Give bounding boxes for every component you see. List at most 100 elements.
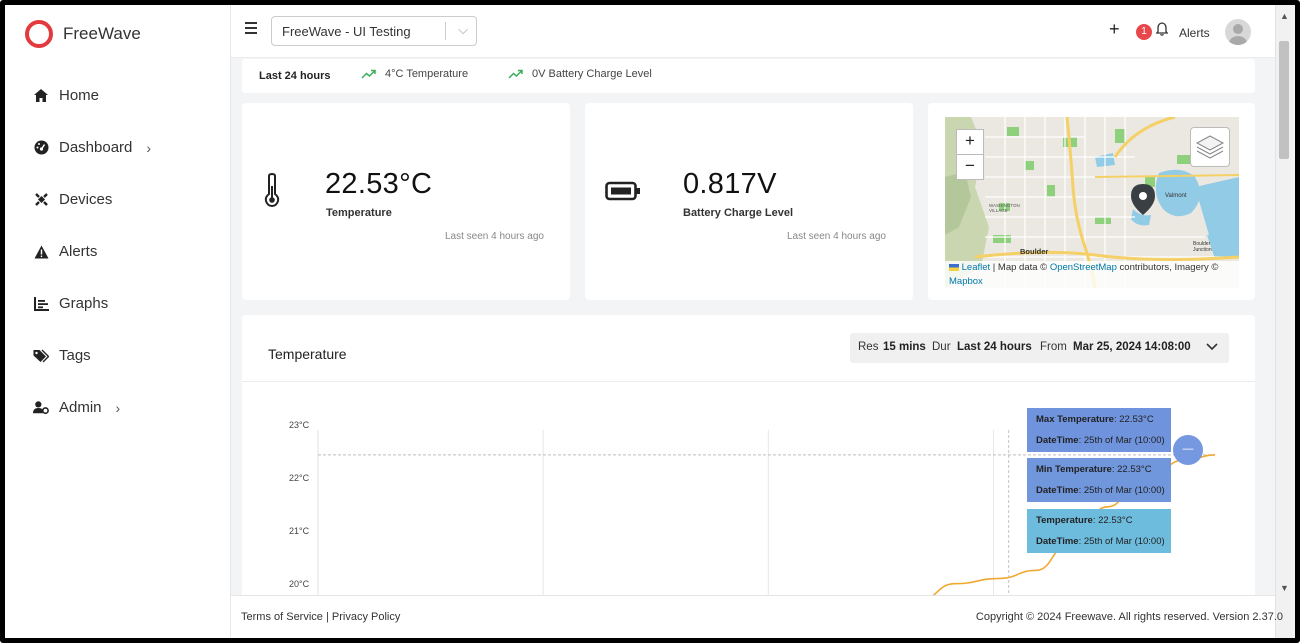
select-separator — [445, 22, 446, 40]
scroll-down-arrow-icon[interactable]: ▼ — [1280, 583, 1289, 593]
layers-icon — [1195, 135, 1225, 159]
home-icon — [33, 88, 49, 104]
chevron-down-icon[interactable] — [1206, 342, 1218, 354]
footer-separator: | — [322, 611, 332, 623]
sidebar-item-label: Dashboard — [59, 139, 133, 156]
sidebar-item-label: Graphs — [59, 295, 109, 312]
chevron-down-icon: ⌵ — [458, 22, 468, 37]
sidebar: FreeWave Home Dashboard › Devices Alerts… — [5, 5, 231, 638]
map-label-village-2: VILLAGE — [989, 208, 1008, 213]
temperature-last-seen: Last seen 4 hours ago — [445, 231, 544, 242]
tooltip-name: Max Temperature — [1036, 414, 1114, 425]
map-attribution: Leaflet | Map data © OpenStreetMap contr… — [945, 261, 1239, 288]
map-label-valmont: Valmont — [1165, 193, 1187, 199]
hamburger-menu-icon[interactable] — [245, 22, 257, 37]
scrollbar-thumb[interactable] — [1279, 41, 1289, 159]
tooltip-datetime-label: DateTime — [1036, 536, 1079, 547]
max-temperature-tooltip: Max Temperature: 22.53°C DateTime: 25th … — [1027, 408, 1171, 452]
logo[interactable]: FreeWave — [25, 20, 141, 48]
y-tick-label: 22°C — [289, 473, 310, 483]
alert-count-badge: 1 — [1136, 24, 1152, 40]
graph-icon — [33, 296, 49, 312]
map-layers-button[interactable] — [1190, 127, 1230, 167]
warning-icon — [33, 244, 49, 260]
tooltip-value: : 22.53°C — [1092, 515, 1133, 526]
sidebar-item-alerts[interactable]: Alerts — [33, 243, 97, 260]
devices-icon — [33, 192, 49, 208]
alerts-link[interactable]: Alerts — [1179, 26, 1210, 40]
temperature-value: 22.53°C — [325, 168, 433, 200]
min-temperature-tooltip: Min Temperature: 22.53°C DateTime: 25th … — [1027, 458, 1171, 502]
map-zoom-in-button[interactable]: + — [956, 129, 984, 155]
dashboard-icon — [33, 140, 49, 156]
thermometer-icon — [263, 172, 281, 212]
footer: Terms of Service | Privacy Policy Copyri… — [231, 595, 1283, 638]
privacy-link[interactable]: Privacy Policy — [332, 611, 400, 623]
battery-last-seen: Last seen 4 hours ago — [787, 231, 886, 242]
tooltip-name: Min Temperature — [1036, 464, 1112, 475]
leaflet-link[interactable]: Leaflet — [962, 262, 991, 273]
battery-value: 0.817V — [683, 168, 777, 200]
tooltip-datetime-value: : 25th of Mar (10:00) — [1078, 536, 1165, 547]
bell-icon[interactable] — [1155, 22, 1169, 41]
sidebar-item-label: Home — [59, 87, 100, 104]
sidebar-item-home[interactable]: Home — [33, 87, 99, 104]
chart-panel-title: Temperature — [268, 346, 347, 362]
organization-select[interactable]: FreeWave - UI Testing ⌵ — [271, 16, 477, 46]
tooltip-name: Temperature — [1036, 515, 1093, 526]
reset-zoom-button[interactable]: — — [1173, 435, 1203, 465]
from-value: Mar 25, 2024 14:08:00 — [1073, 341, 1191, 353]
chevron-right-icon: › — [115, 399, 121, 416]
panel-divider — [242, 381, 1255, 382]
sidebar-item-tags[interactable]: Tags — [33, 347, 91, 364]
app-name: FreeWave — [63, 24, 141, 43]
trend-up-icon — [361, 69, 376, 79]
temperature-tooltip: Temperature: 22.53°C DateTime: 25th of M… — [1027, 509, 1171, 553]
tooltip-value: : 22.53°C — [1111, 464, 1152, 475]
sidebar-item-label: Alerts — [59, 243, 98, 260]
scrollbar[interactable]: ▲ ▼ — [1275, 5, 1293, 638]
terms-link[interactable]: Terms of Service — [241, 611, 323, 623]
temperature-card[interactable] — [242, 103, 570, 300]
attribution-text-2: contributors, Imagery © — [1116, 262, 1219, 273]
map-label-junction-2: Junction — [1193, 247, 1212, 253]
avatar[interactable] — [1225, 19, 1251, 45]
sidebar-item-label: Admin — [59, 399, 102, 416]
chevron-right-icon: › — [146, 139, 152, 156]
y-tick-label: 21°C — [289, 526, 310, 536]
sidebar-item-label: Devices — [59, 191, 113, 208]
top-bar: FreeWave - UI Testing ⌵ + 1 Alerts — [231, 5, 1275, 58]
logo-ring-icon — [25, 20, 53, 48]
sidebar-item-graphs[interactable]: Graphs — [33, 295, 108, 312]
y-tick-label: 23°C — [289, 420, 310, 430]
res-value: 15 mins — [883, 341, 926, 353]
sidebar-item-dashboard[interactable]: Dashboard › — [33, 139, 151, 156]
dur-label: Dur — [932, 341, 951, 353]
organization-select-value: FreeWave - UI Testing — [282, 24, 411, 39]
strip-temperature-label: 4°C Temperature — [385, 68, 469, 80]
tooltip-value: : 22.53°C — [1113, 414, 1154, 425]
y-tick-label: 20°C — [289, 579, 310, 589]
period-label: Last 24 hours — [259, 70, 331, 82]
mapbox-link[interactable]: Mapbox — [949, 276, 983, 287]
battery-label: Battery Charge Level — [683, 207, 794, 219]
admin-icon — [33, 400, 49, 416]
sidebar-item-admin[interactable]: Admin › — [33, 399, 120, 416]
sidebar-item-devices[interactable]: Devices — [33, 191, 112, 208]
add-button[interactable]: + — [1109, 19, 1120, 40]
trend-up-icon — [508, 69, 523, 79]
tooltip-datetime-value: : 25th of Mar (10:00) — [1078, 485, 1165, 496]
sidebar-item-label: Tags — [59, 347, 91, 364]
app-window: FreeWave Home Dashboard › Devices Alerts… — [0, 0, 1300, 643]
ukraine-flag-icon — [949, 263, 959, 271]
attribution-text-1: | Map data © — [990, 262, 1050, 273]
tooltip-datetime-label: DateTime — [1036, 485, 1079, 496]
time-range-selector[interactable]: Res 15 mins Dur Last 24 hours From Mar 2… — [850, 333, 1229, 363]
openstreetmap-link[interactable]: OpenStreetMap — [1050, 262, 1117, 273]
tooltip-datetime-label: DateTime — [1036, 435, 1079, 446]
scroll-up-arrow-icon[interactable]: ▲ — [1280, 11, 1289, 21]
dur-value: Last 24 hours — [957, 341, 1032, 353]
map-zoom-out-button[interactable]: − — [956, 154, 984, 180]
copyright-text: Copyright © 2024 Freewave. All rights re… — [975, 611, 1283, 623]
temperature-label: Temperature — [326, 207, 392, 219]
